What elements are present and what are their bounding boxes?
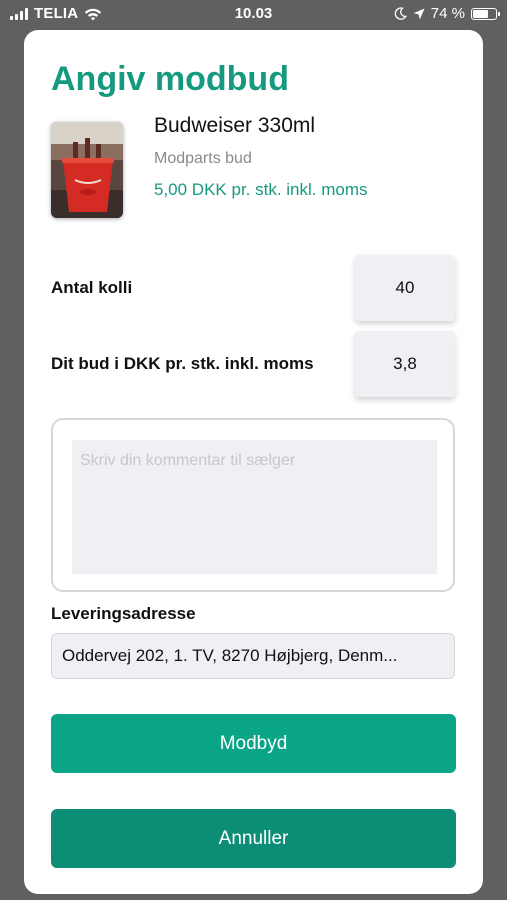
moon-icon xyxy=(394,7,407,20)
product-name: Budweiser 330ml xyxy=(154,114,316,137)
address-label: Leveringsadresse xyxy=(51,604,196,623)
product-subtitle: Modparts bud xyxy=(154,150,252,167)
bid-label: Dit bud i DKK pr. stk. inkl. moms xyxy=(51,354,314,373)
status-right: 74 % xyxy=(394,5,500,22)
battery-percent: 74 % xyxy=(430,5,465,22)
status-bar: TELIA 10.03 74 % xyxy=(0,0,507,30)
beer-bucket-image xyxy=(51,122,123,218)
comment-container xyxy=(51,418,455,592)
battery-cap xyxy=(498,11,500,16)
counter-offer-modal: Angiv modbud Budweiser 330ml Modparts bu… xyxy=(24,30,483,894)
quantity-label: Antal kolli xyxy=(51,278,133,297)
modal-title: Angiv modbud xyxy=(51,60,289,98)
quantity-field[interactable]: 40 xyxy=(355,255,455,321)
battery-icon xyxy=(471,7,500,20)
location-icon xyxy=(413,8,425,19)
comment-input[interactable] xyxy=(72,440,437,574)
address-value: Oddervej 202, 1. TV, 8270 Højbjerg, Denm… xyxy=(62,646,398,665)
cancel-button[interactable]: Annuller xyxy=(51,809,456,868)
address-field[interactable]: Oddervej 202, 1. TV, 8270 Højbjerg, Denm… xyxy=(51,633,455,679)
battery-fill xyxy=(473,9,488,18)
product-image xyxy=(51,122,123,218)
bid-price-field[interactable]: 3,8 xyxy=(355,331,455,397)
product-price: 5,00 DKK pr. stk. inkl. moms xyxy=(154,180,368,199)
counter-offer-button[interactable]: Modbyd xyxy=(51,714,456,773)
